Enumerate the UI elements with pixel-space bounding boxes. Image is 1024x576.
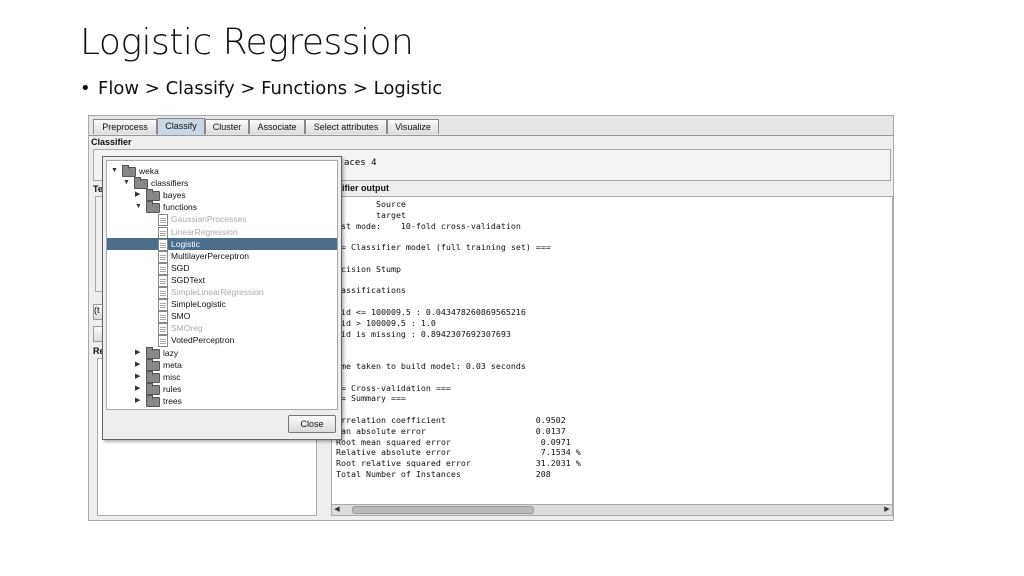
tree-item[interactable]: ▶ lazy bbox=[107, 346, 337, 359]
triangle-right-icon[interactable]: ▶ bbox=[135, 347, 140, 359]
folder-icon bbox=[146, 346, 160, 359]
tree-item[interactable]: SMOreg bbox=[107, 322, 337, 336]
scroll-left-icon[interactable]: ◀ bbox=[332, 505, 342, 515]
tree-item-label: lazy bbox=[163, 347, 179, 358]
folder-icon bbox=[146, 370, 160, 383]
tree-item-label: MultilayerPerceptron bbox=[171, 250, 249, 261]
close-button[interactable]: Close bbox=[288, 415, 336, 433]
tree-item[interactable]: VotedPerceptron bbox=[107, 334, 337, 348]
bullet-text: Flow > Classify > Functions > Logistic bbox=[98, 78, 443, 99]
classifier-output-label: sifier output bbox=[337, 183, 389, 193]
tree-item-label: SGDText bbox=[171, 274, 206, 285]
folder-icon bbox=[146, 201, 160, 214]
tree-item[interactable]: ▶ trees bbox=[107, 394, 337, 407]
tab-preprocess[interactable]: Preprocess bbox=[93, 119, 157, 134]
tree-item[interactable]: ▼ functions bbox=[107, 201, 337, 214]
tab-cluster[interactable]: Cluster bbox=[205, 119, 249, 134]
horizontal-scrollbar[interactable]: ◀ ▶ bbox=[331, 504, 893, 516]
folder-icon bbox=[146, 189, 160, 202]
folder-icon bbox=[134, 177, 148, 190]
folder-icon bbox=[146, 358, 160, 371]
classifier-text: aces 4 bbox=[344, 158, 377, 168]
tree-item[interactable]: SimpleLinearRegression bbox=[107, 286, 337, 299]
tree-item-label: LinearRegression bbox=[171, 226, 238, 237]
tree-item[interactable]: LinearRegression bbox=[107, 226, 337, 239]
classifier-output[interactable]: Source target ast mode: 10-fold cross-va… bbox=[331, 196, 893, 505]
tree-item-label: bayes bbox=[163, 190, 186, 201]
triangle-down-icon[interactable]: ▼ bbox=[111, 165, 118, 177]
tree-item-label: Logistic bbox=[171, 238, 200, 249]
tab-visualize[interactable]: Visualize bbox=[387, 119, 439, 134]
classifier-section-label: Classifier bbox=[91, 137, 132, 147]
tree-item[interactable]: ▶ rules bbox=[107, 382, 337, 395]
tree-item-label: functions bbox=[163, 202, 198, 213]
tree-item[interactable]: SGD bbox=[107, 262, 337, 275]
triangle-down-icon[interactable]: ▼ bbox=[135, 201, 142, 213]
folder-icon bbox=[146, 382, 160, 395]
tree-item[interactable]: ▼ weka bbox=[107, 165, 337, 177]
tab-bar: Preprocess Classify Cluster Associate Se… bbox=[89, 116, 893, 136]
tree-item-label: classifiers bbox=[151, 178, 189, 189]
tree-item-label: SimpleLogistic bbox=[171, 299, 226, 310]
tree-item-label: VotedPerceptron bbox=[171, 335, 235, 346]
tree-item-label: GaussianProcesses bbox=[171, 214, 247, 225]
triangle-right-icon[interactable]: ▶ bbox=[135, 359, 140, 371]
tree-item[interactable]: MultilayerPerceptron bbox=[107, 250, 337, 263]
class-select-text: (t bbox=[94, 305, 100, 315]
tree-item[interactable]: GaussianProcesses bbox=[107, 213, 337, 227]
tree-item-label: SGD bbox=[171, 262, 190, 273]
tree-item-label: SimpleLinearRegression bbox=[171, 287, 264, 297]
tree-item-label: trees bbox=[163, 395, 182, 406]
bullet-dot: • bbox=[80, 78, 91, 99]
tree-item[interactable]: ▶ meta bbox=[107, 358, 337, 371]
scrollbar-thumb[interactable] bbox=[352, 506, 534, 514]
triangle-right-icon[interactable]: ▶ bbox=[135, 189, 140, 201]
tree-item[interactable]: SMO bbox=[107, 310, 337, 324]
tree-item[interactable]: SGDText bbox=[107, 274, 337, 287]
tab-classify[interactable]: Classify bbox=[157, 118, 205, 135]
folder-icon bbox=[146, 394, 160, 407]
triangle-right-icon[interactable]: ▶ bbox=[135, 395, 140, 407]
triangle-right-icon[interactable]: ▶ bbox=[135, 383, 140, 395]
folder-icon bbox=[122, 165, 136, 177]
slide-title: Logistic Regression bbox=[80, 22, 414, 63]
scroll-right-icon[interactable]: ▶ bbox=[882, 505, 892, 515]
tree-item[interactable]: ▼ classifiers bbox=[107, 177, 337, 190]
tree-item-label: rules bbox=[163, 383, 182, 394]
slide-bullet: • Flow > Classify > Functions > Logistic bbox=[80, 78, 442, 99]
tree-item-label: weka bbox=[139, 166, 159, 176]
classifier-chooser-popup: ▼ weka ▼ classifiers ▶ bayes ▼ functions Gaussia… bbox=[102, 156, 342, 440]
tab-associate[interactable]: Associate bbox=[249, 119, 305, 134]
classifier-tree[interactable]: ▼ weka ▼ classifiers ▶ bayes ▼ functions Gaussia… bbox=[106, 160, 338, 410]
tree-item[interactable]: SimpleLogistic bbox=[107, 298, 337, 312]
tab-select-attributes[interactable]: Select attributes bbox=[305, 119, 387, 134]
tree-item-label: SMOreg bbox=[171, 323, 203, 334]
tree-item[interactable]: Logistic bbox=[107, 237, 337, 251]
tree-item[interactable]: ▶ misc bbox=[107, 370, 337, 383]
triangle-down-icon[interactable]: ▼ bbox=[123, 177, 130, 189]
tree-item[interactable]: ▶ bayes bbox=[107, 189, 337, 202]
triangle-right-icon[interactable]: ▶ bbox=[135, 371, 140, 383]
tree-item-label: meta bbox=[163, 359, 182, 370]
output-text: Source target ast mode: 10-fold cross-va… bbox=[336, 199, 581, 479]
tree-item-label: misc bbox=[163, 371, 181, 382]
tree-item-label: SMO bbox=[171, 311, 191, 322]
